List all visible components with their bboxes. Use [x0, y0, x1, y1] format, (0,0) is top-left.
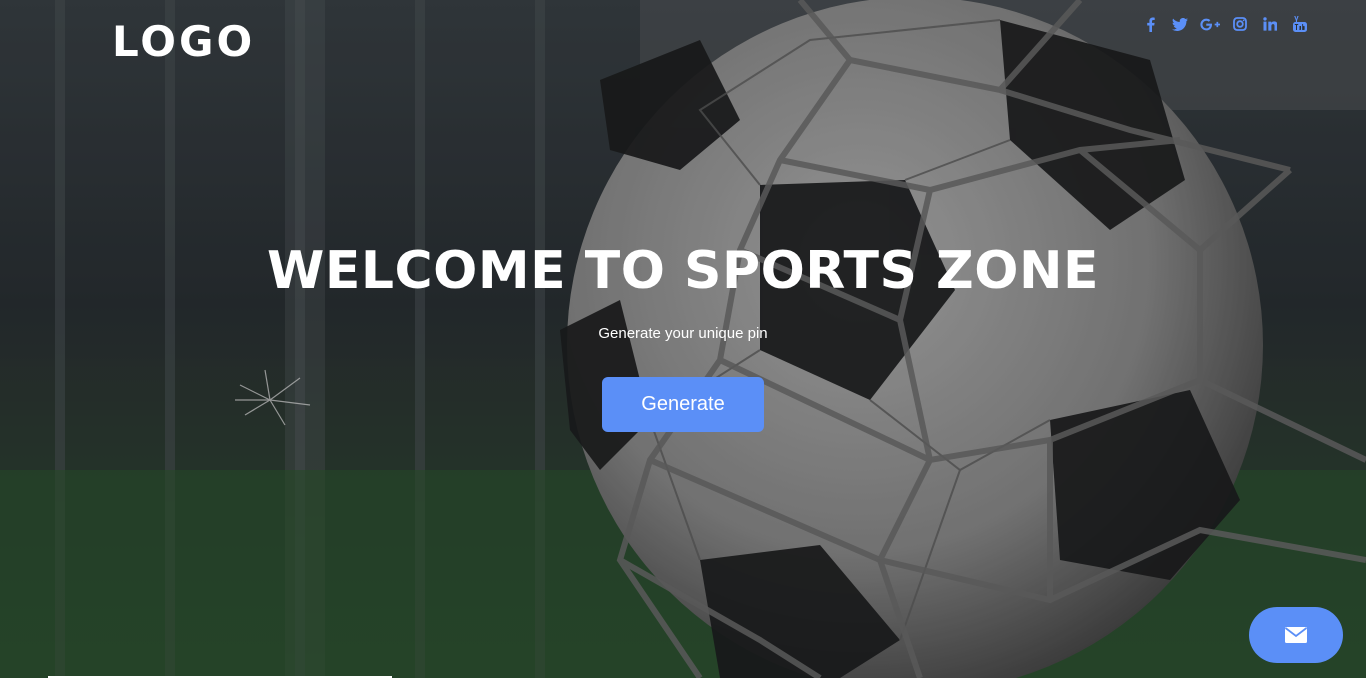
google-plus-icon[interactable]	[1200, 13, 1220, 35]
page-title: WELCOME TO SPORTS ZONE	[267, 241, 1099, 301]
logo[interactable]: LOGO	[112, 14, 255, 70]
generate-button[interactable]: Generate	[602, 377, 764, 432]
instagram-icon[interactable]	[1230, 13, 1250, 35]
page-subtitle: Generate your unique pin	[598, 325, 768, 342]
facebook-icon[interactable]	[1140, 13, 1160, 35]
social-links	[1140, 12, 1310, 36]
twitter-icon[interactable]	[1170, 13, 1190, 35]
linkedin-icon[interactable]	[1260, 13, 1280, 35]
envelope-icon	[1285, 627, 1307, 643]
contact-button[interactable]	[1249, 607, 1343, 663]
youtube-icon[interactable]	[1290, 13, 1310, 35]
hero-section: LOGO WELCOME TO SPORTS ZONE Generate you…	[0, 0, 1366, 678]
